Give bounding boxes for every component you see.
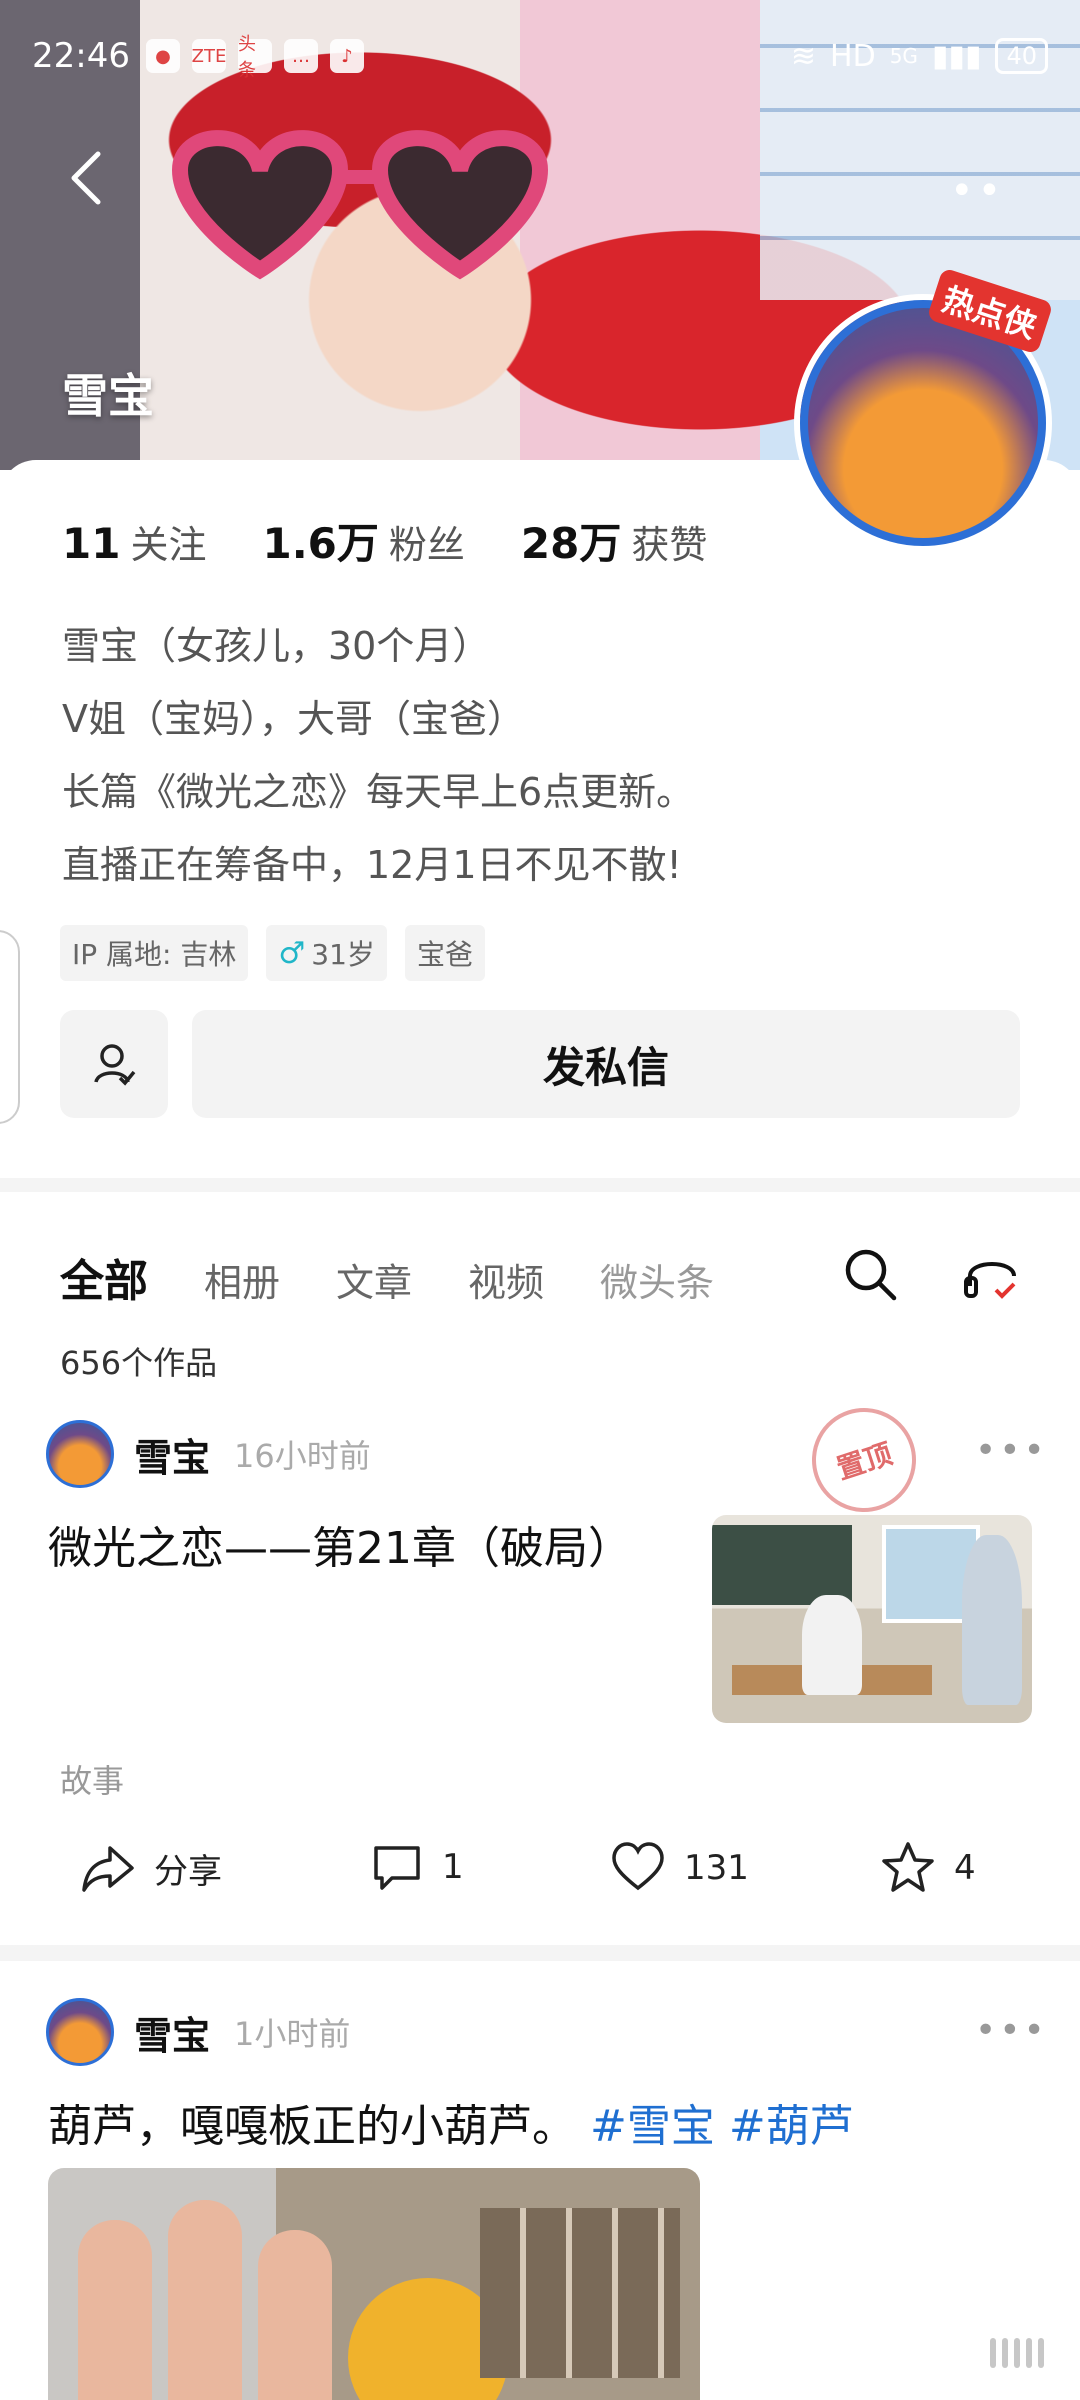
male-icon: ♂ [278, 935, 306, 971]
network-type: HD [830, 38, 876, 74]
chat-bubble-icon: … [283, 39, 318, 73]
signal-bars-icon: ▮▮▮ [931, 38, 982, 74]
finger-decor [78, 2220, 152, 2400]
share-label: 分享 [154, 1851, 222, 1892]
stat-likes[interactable]: 28万 获赞 [521, 510, 707, 571]
content-tabs: 全部 相册 文章 视频 微头条 [60, 1245, 714, 1309]
tab-all[interactable]: 全部 [60, 1245, 148, 1309]
person-icon [94, 1044, 136, 1086]
headphones-icon[interactable] [962, 1246, 1022, 1302]
search-icon[interactable] [842, 1246, 898, 1302]
like-count: 131 [684, 1848, 749, 1888]
followers-label: 粉丝 [388, 523, 465, 567]
post-more-icon[interactable]: ••• [975, 1430, 1048, 1471]
clock: 22:46 [32, 36, 130, 76]
post-thumbnail[interactable] [712, 1515, 1032, 1723]
post-header: 雪宝 16小时前 [46, 1420, 371, 1488]
tab-micro-headlines[interactable]: 微头条 [600, 1252, 714, 1307]
favorite-count: 4 [954, 1848, 976, 1888]
stat-following[interactable]: 11 关注 [62, 514, 206, 569]
scroll-indicator [990, 2338, 1044, 2368]
profile-tags: IP 属地: 吉林 ♂ 31岁 宝爸 [60, 925, 485, 981]
likes-count: 28万 [520, 519, 622, 568]
favorite-action[interactable]: 4 [880, 1840, 976, 1896]
post-header: 雪宝 1小时前 [46, 1998, 350, 2066]
tray-decor [480, 2208, 680, 2378]
bio-line: 雪宝（女孩儿，30个月） [62, 624, 491, 668]
post-category: 故事 [60, 1762, 125, 1800]
post-author[interactable]: 雪宝 [134, 2005, 210, 2060]
age-tag: ♂ 31岁 [266, 925, 387, 981]
hashtag-link[interactable]: #雪宝 [590, 2101, 715, 2152]
following-count: 11 [62, 519, 121, 568]
blackboard-decor [712, 1525, 852, 1605]
star-icon [882, 1842, 934, 1892]
bio-line: 长篇《微光之恋》每天早上6点更新。 [62, 770, 695, 814]
like-action[interactable]: 131 [610, 1840, 749, 1896]
share-action[interactable]: 分享 [80, 1840, 222, 1896]
music-icon: ♪ [329, 39, 364, 73]
tab-articles[interactable]: 文章 [336, 1252, 412, 1307]
following-label: 关注 [130, 523, 207, 567]
toutiao-app-icon: 头条 [237, 34, 272, 81]
post-actions: 分享 1 131 4 [0, 1840, 1080, 1910]
author-avatar[interactable] [46, 1420, 114, 1488]
post-title[interactable]: 微光之恋——第21章（破局） [48, 1512, 632, 1576]
signal-strength: 5G [889, 44, 918, 68]
post-time: 1小时前 [234, 2015, 351, 2053]
notification-app-icon: ● [145, 39, 180, 73]
author-avatar[interactable] [46, 1998, 114, 2066]
section-divider [0, 1178, 1080, 1192]
post-image[interactable] [48, 2168, 700, 2400]
works-count: 656个作品 [60, 1344, 218, 1382]
student-figure [802, 1595, 862, 1695]
age-label: 31岁 [311, 938, 375, 971]
heart-sunglasses-decor [171, 130, 549, 280]
pinned-stamp: 置顶 [798, 1394, 930, 1526]
teacher-figure [962, 1535, 1022, 1705]
status-bar: 22:46 ● ZTE 头条 … ♪ ≋ HD 5G ▮▮▮ 40 [32, 28, 1048, 84]
stat-followers[interactable]: 1.6万 粉丝 [262, 510, 464, 571]
tab-videos[interactable]: 视频 [468, 1252, 544, 1307]
header-username: 雪宝 [62, 369, 154, 423]
post-more-icon[interactable]: ••• [975, 2010, 1048, 2051]
more-options-icon[interactable]: •• [950, 168, 1005, 214]
comment-icon [374, 1846, 420, 1890]
profile-bio: 雪宝（女孩儿，30个月） V姐（宝妈），大哥（宝爸） 长篇《微光之恋》每天早上6… [62, 610, 694, 902]
post-author[interactable]: 雪宝 [134, 1427, 210, 1482]
zte-app-icon: ZTE [192, 39, 226, 73]
role-tag: 宝爸 [404, 925, 485, 981]
profile-card: 11 关注 1.6万 粉丝 28万 获赞 雪宝（女孩儿，30个月） V姐（宝妈），大哥… [0, 460, 1080, 1175]
battery-indicator: 40 [995, 38, 1048, 74]
comment-count: 1 [442, 1847, 464, 1887]
tab-album[interactable]: 相册 [204, 1252, 280, 1307]
ip-location-tag: IP 属地: 吉林 [60, 925, 249, 981]
profile-stats: 11 关注 1.6万 粉丝 28万 获赞 [62, 510, 707, 571]
bio-line: V姐（宝妈），大哥（宝爸） [62, 697, 525, 741]
finger-decor [168, 2200, 242, 2400]
comment-action[interactable]: 1 [370, 1840, 464, 1894]
edge-handle[interactable] [0, 930, 20, 1124]
heart-icon [612, 1842, 664, 1891]
finger-decor [258, 2230, 332, 2400]
followers-count: 1.6万 [262, 519, 379, 568]
post-body: 葫芦，嘎嘎板正的小葫芦。 [48, 2101, 576, 2152]
bio-line: 直播正在筹备中，12月1日不见不散! [62, 843, 682, 887]
likes-label: 获赞 [631, 523, 708, 567]
follow-button[interactable] [60, 1010, 168, 1118]
wifi-icon: ≋ [790, 38, 817, 74]
post-divider [0, 1945, 1080, 1961]
send-message-button[interactable]: 发私信 [192, 1010, 1020, 1118]
post-text[interactable]: 葫芦，嘎嘎板正的小葫芦。 #雪宝 #葫芦 [48, 2090, 854, 2154]
back-arrow-icon[interactable] [60, 148, 120, 208]
hashtag-link[interactable]: #葫芦 [729, 2101, 854, 2152]
share-icon [82, 1846, 134, 1892]
post-time: 16小时前 [234, 1437, 371, 1475]
profile-avatar[interactable]: 热点侠 [800, 267, 1054, 546]
